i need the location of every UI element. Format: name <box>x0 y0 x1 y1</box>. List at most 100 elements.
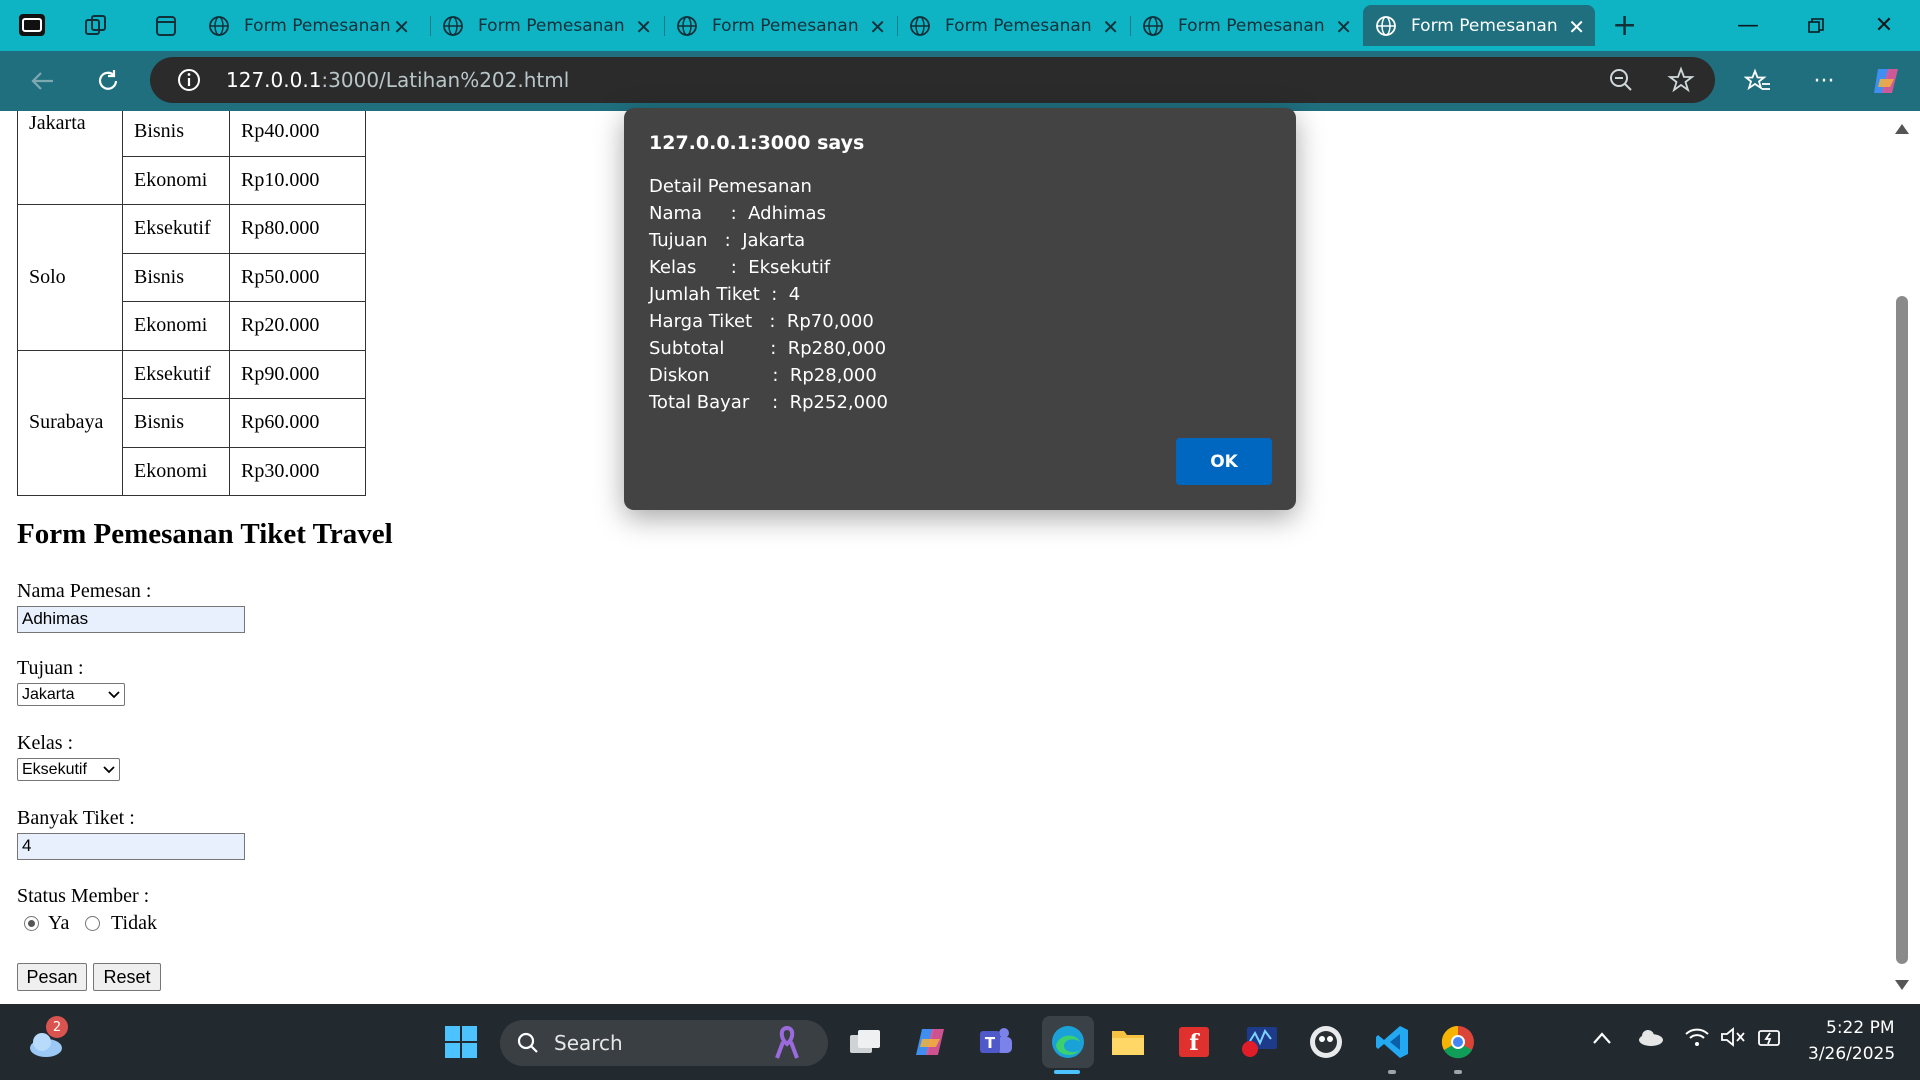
clock-time[interactable]: 5:22 PM <box>1826 1018 1895 1038</box>
monitoring-app-icon[interactable] <box>1240 1022 1280 1062</box>
edge-icon[interactable] <box>1042 1016 1094 1068</box>
destination-selected: Jakarta <box>22 685 75 703</box>
new-tab-icon[interactable]: + <box>1612 8 1637 43</box>
dialog-title: 127.0.0.1:3000 says <box>649 132 865 154</box>
copilot-app-icon[interactable] <box>911 1022 951 1062</box>
taskbar-search[interactable]: Search <box>500 1020 828 1066</box>
price-cell: Rp80.000 <box>229 204 366 254</box>
svg-text:f: f <box>1189 1030 1200 1056</box>
city-cell: Surabaya <box>17 349 123 496</box>
search-icon <box>517 1032 538 1053</box>
scrollbar-thumb[interactable] <box>1896 296 1908 964</box>
tab-3[interactable]: Form Pemesanan ✕ <box>664 5 896 46</box>
class-cell: Bisnis <box>122 398 230 448</box>
weather-icon[interactable]: 2 <box>26 1016 68 1062</box>
member-yes-radio[interactable] <box>24 916 39 931</box>
refresh-icon[interactable] <box>90 63 126 99</box>
address-bar[interactable]: 127.0.0.1:3000/Latihan%202.html <box>150 57 1715 103</box>
copilot-icon[interactable] <box>1868 63 1904 99</box>
close-window-icon[interactable]: ✕ <box>1856 0 1912 51</box>
tab-2[interactable]: Form Pemesanan ✕ <box>430 5 662 46</box>
dialog-line: Nama : Adhimas <box>649 203 826 224</box>
globe-icon <box>443 15 463 36</box>
price-cell: Rp50.000 <box>229 252 366 302</box>
class-label: Kelas : <box>17 732 74 754</box>
clock-date[interactable]: 3/26/2025 <box>1808 1044 1895 1064</box>
globe-icon <box>209 15 229 36</box>
scroll-down-icon[interactable] <box>1895 980 1909 990</box>
quantity-label: Banyak Tiket : <box>17 807 135 829</box>
tab-title: Form Pemesanan <box>1178 15 1325 36</box>
city-cell: Solo <box>17 204 123 351</box>
submit-button[interactable]: Pesan <box>17 963 87 991</box>
favorites-icon[interactable] <box>1740 63 1776 99</box>
member-yes-label: Ya <box>48 912 70 934</box>
favorite-star-icon[interactable] <box>1667 66 1695 94</box>
dialog-line: Harga Tiket : Rp70,000 <box>649 311 874 332</box>
info-icon[interactable] <box>176 67 202 93</box>
class-select[interactable]: Eksekutif <box>17 758 120 781</box>
tab-4[interactable]: Form Pemesanan ✕ <box>897 5 1129 46</box>
tab-title: Form Pemesanan <box>478 15 625 36</box>
class-cell: Eksekutif <box>122 204 230 254</box>
workspaces-icon[interactable] <box>80 10 112 42</box>
open-app-indicator <box>1454 1070 1462 1074</box>
tab-6-active[interactable]: Form Pemesanan ✕ <box>1363 5 1595 46</box>
zoom-out-icon[interactable] <box>1608 67 1634 93</box>
show-hidden-icons-icon[interactable] <box>1592 1030 1612 1049</box>
destination-label: Tujuan : <box>17 657 84 679</box>
close-icon[interactable]: ✕ <box>1102 15 1119 39</box>
profile-icon[interactable] <box>16 10 48 42</box>
battery-icon[interactable] <box>1756 1024 1782 1054</box>
windows-start-icon[interactable] <box>441 1022 481 1062</box>
svg-text:T: T <box>985 1034 996 1052</box>
class-cell: Bisnis <box>122 252 230 302</box>
dialog-line: Subtotal : Rp280,000 <box>649 338 887 359</box>
price-cell: Rp10.000 <box>229 155 366 205</box>
name-input[interactable]: Adhimas <box>17 606 245 633</box>
foxit-reader-icon[interactable]: f <box>1174 1022 1214 1062</box>
chevron-down-icon <box>108 690 120 698</box>
globe-icon <box>677 15 697 36</box>
vscode-icon[interactable] <box>1372 1022 1412 1062</box>
ribbon-icon <box>775 1026 799 1059</box>
tab-title: Form Pemesanan <box>712 15 859 36</box>
member-no-radio[interactable] <box>85 916 100 931</box>
tab-1[interactable]: Form Pemesanan ✕ <box>196 5 420 46</box>
reset-button[interactable]: Reset <box>93 963 161 991</box>
file-explorer-icon[interactable] <box>1108 1022 1148 1062</box>
class-cell: Bisnis <box>122 111 230 157</box>
tab-title: Form Pemesanan <box>1411 15 1558 36</box>
member-no-label: Tidak <box>111 912 157 934</box>
close-icon[interactable]: ✕ <box>635 15 652 39</box>
url-path: :3000/Latihan%202.html <box>321 68 570 92</box>
price-cell: Rp60.000 <box>229 398 366 448</box>
ok-button[interactable]: OK <box>1176 438 1272 485</box>
wifi-icon[interactable] <box>1684 1026 1710 1052</box>
restore-icon[interactable] <box>1788 0 1844 51</box>
onedrive-icon[interactable] <box>1636 1028 1664 1050</box>
tab-5[interactable]: Form Pemesanan ✕ <box>1130 5 1362 46</box>
scroll-up-icon[interactable] <box>1895 124 1909 134</box>
taskbar: 2 Search T f 5:22 PM 3/26/2025 <box>0 1004 1920 1080</box>
back-arrow-icon[interactable] <box>24 63 60 99</box>
git-client-icon[interactable] <box>1306 1022 1346 1062</box>
volume-muted-icon[interactable] <box>1720 1026 1746 1052</box>
close-icon[interactable]: ✕ <box>1335 15 1352 39</box>
tab-actions-icon[interactable] <box>150 10 182 42</box>
teams-icon[interactable]: T <box>976 1022 1016 1062</box>
task-view-icon[interactable] <box>845 1022 885 1062</box>
close-icon[interactable]: ✕ <box>1568 15 1585 39</box>
minimize-icon[interactable]: — <box>1720 0 1776 51</box>
weather-badge: 2 <box>46 1016 68 1038</box>
destination-select[interactable]: Jakarta <box>17 683 125 706</box>
class-cell: Eksekutif <box>122 349 230 399</box>
more-options-icon[interactable]: ··· <box>1806 63 1842 99</box>
globe-icon <box>1376 15 1396 36</box>
chrome-icon[interactable] <box>1438 1022 1478 1062</box>
quantity-input[interactable]: 4 <box>17 833 245 860</box>
close-icon[interactable]: ✕ <box>393 15 410 39</box>
close-icon[interactable]: ✕ <box>869 15 886 39</box>
alert-dialog: 127.0.0.1:3000 says Detail Pemesanan Nam… <box>624 108 1296 510</box>
price-cell: Rp30.000 <box>229 446 366 496</box>
